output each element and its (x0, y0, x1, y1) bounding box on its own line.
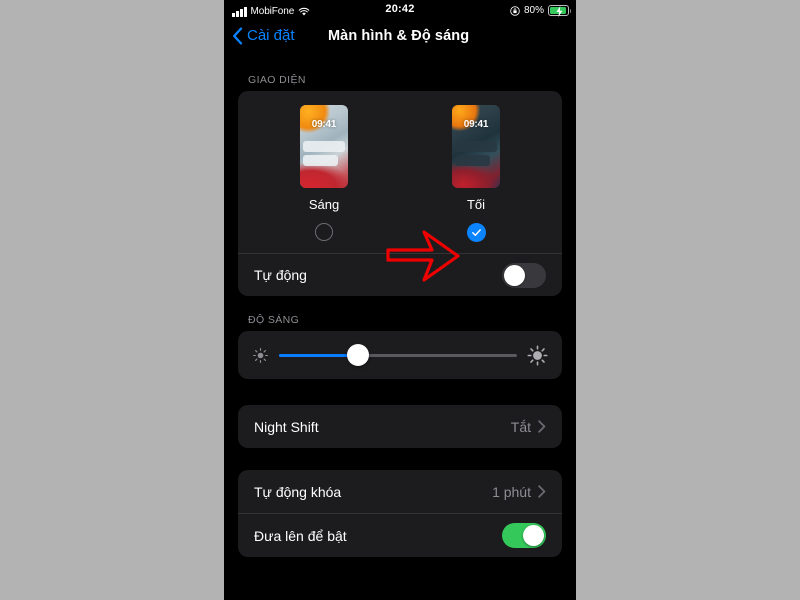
auto-appearance-toggle[interactable] (502, 262, 546, 288)
night-shift-label: Night Shift (254, 418, 319, 435)
brightness-slider[interactable] (279, 344, 517, 366)
rotation-lock-icon (510, 5, 520, 16)
appearance-mode-light[interactable]: 09:41 Sáng (269, 105, 379, 243)
preview-clock: 09:41 (463, 119, 489, 130)
page-title: Màn hình & Độ sáng (328, 28, 470, 44)
status-bar-right: 80% (510, 4, 571, 17)
chevron-right-icon (538, 485, 546, 498)
dark-mode-radio-selected[interactable] (466, 222, 486, 242)
auto-lock-value: 1 phút (492, 483, 531, 500)
status-bar: MobiFone 20:42 80% (224, 0, 576, 22)
raise-to-wake-toggle[interactable] (502, 523, 546, 548)
light-mode-radio[interactable] (315, 223, 333, 241)
light-mode-radio-wrap (269, 221, 379, 243)
preview-clock: 09:41 (311, 119, 337, 130)
chevron-left-icon (233, 27, 243, 45)
brightness-card (238, 331, 562, 379)
battery-percent-label: 80% (523, 5, 544, 16)
light-mode-label: Sáng (308, 197, 340, 212)
brightness-low-icon (252, 347, 269, 363)
night-shift-card: Night Shift Tắt (238, 405, 562, 448)
appearance-modes: 09:41 Sáng 09:41 Tối (238, 105, 562, 243)
appearance-mode-dark[interactable]: 09:41 Tối (421, 105, 531, 243)
auto-appearance-label: Tự động (254, 267, 307, 283)
appearance-card: 09:41 Sáng 09:41 Tối Tự động (238, 91, 562, 296)
dark-mode-radio-wrap (421, 221, 531, 243)
back-button[interactable]: Cài đặt (232, 27, 295, 45)
brightness-slider-fill (279, 353, 358, 357)
lock-settings-card: Tự động khóa 1 phút Đưa lên để bật (238, 470, 562, 557)
appearance-section-header: GIAO DIỆN (248, 74, 306, 86)
settings-content: GIAO DIỆN 09:41 Sáng 09:41 Tối Tự động Đ… (224, 56, 576, 600)
phone-screen: MobiFone 20:42 80% Cài đặt Màn hình & Độ… (224, 0, 576, 600)
check-icon (471, 228, 481, 236)
back-button-label: Cài đặt (247, 27, 295, 44)
auto-lock-label: Tự động khóa (254, 483, 342, 500)
raise-to-wake-row[interactable]: Đưa lên để bật (238, 513, 562, 557)
dark-mode-label: Tối (466, 197, 486, 212)
raise-to-wake-label: Đưa lên để bật (254, 527, 347, 544)
dark-mode-preview[interactable]: 09:41 (452, 105, 500, 188)
brightness-section-header: ĐỘ SÁNG (248, 314, 300, 326)
battery-charging-icon (548, 5, 571, 17)
navigation-bar: Cài đặt Màn hình & Độ sáng (224, 22, 576, 56)
night-shift-value: Tắt (510, 418, 531, 435)
auto-appearance-row[interactable]: Tự động (238, 253, 562, 296)
brightness-slider-knob[interactable] (346, 344, 369, 366)
auto-lock-row[interactable]: Tự động khóa 1 phút (238, 470, 562, 513)
night-shift-row[interactable]: Night Shift Tắt (238, 405, 562, 448)
brightness-high-icon (527, 344, 548, 366)
chevron-right-icon (538, 420, 546, 433)
light-mode-preview[interactable]: 09:41 (300, 105, 348, 188)
